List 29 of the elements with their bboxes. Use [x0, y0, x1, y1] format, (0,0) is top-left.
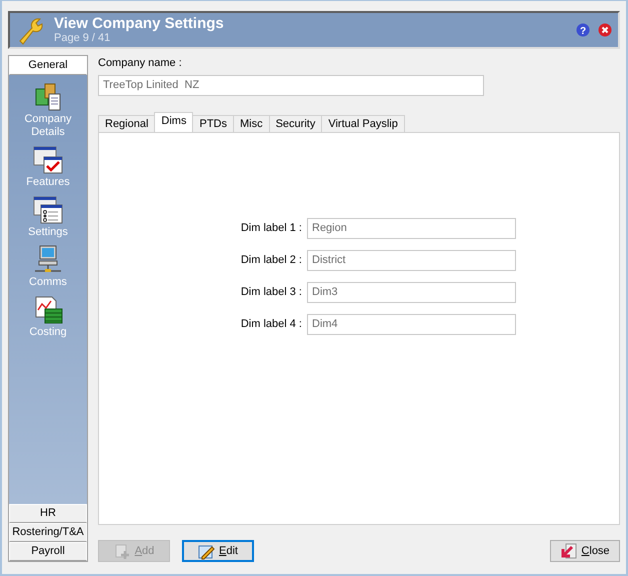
window-check-icon[interactable] — [32, 144, 64, 176]
company-name-field[interactable]: TreeTop Linited NZ — [98, 74, 484, 96]
sidebar-section-header[interactable]: Payroll — [9, 542, 87, 561]
field-label: Dim label 3 : — [240, 284, 302, 300]
close-button[interactable]: Close — [550, 540, 620, 562]
edit-button[interactable]: Edit — [182, 540, 254, 562]
add-page-icon — [114, 542, 131, 560]
field-label: Dim label 2 : — [240, 252, 302, 268]
window-options-icon[interactable] — [32, 194, 64, 226]
help-icon[interactable]: ? — [576, 23, 590, 37]
text-field[interactable]: Dim4 — [307, 314, 516, 334]
exit-arrow-icon — [560, 542, 578, 560]
tab[interactable]: Security — [268, 114, 322, 132]
field-label: Company name : — [98, 56, 182, 71]
pencil-page-icon — [198, 542, 216, 560]
tab[interactable]: Dims — [154, 112, 194, 132]
sidebar-section-header[interactable]: HR — [9, 504, 87, 523]
page-counter: Page 9 / 41 — [54, 32, 112, 44]
field-label: Dim label 1 : — [240, 220, 302, 236]
add-button: Add — [98, 540, 170, 562]
tab[interactable]: Virtual Payslip — [321, 114, 405, 132]
close-icon[interactable] — [598, 23, 612, 37]
text-field[interactable]: Dim3 — [307, 282, 516, 302]
field-label: Dim label 4 : — [240, 316, 302, 332]
tab[interactable]: Regional — [98, 114, 156, 132]
text-field[interactable]: Region — [307, 218, 516, 238]
window-title: View Company Settings — [54, 16, 225, 32]
text-field[interactable]: District — [307, 250, 516, 270]
sidebar-section-header[interactable]: Rostering/T&A — [9, 523, 87, 542]
